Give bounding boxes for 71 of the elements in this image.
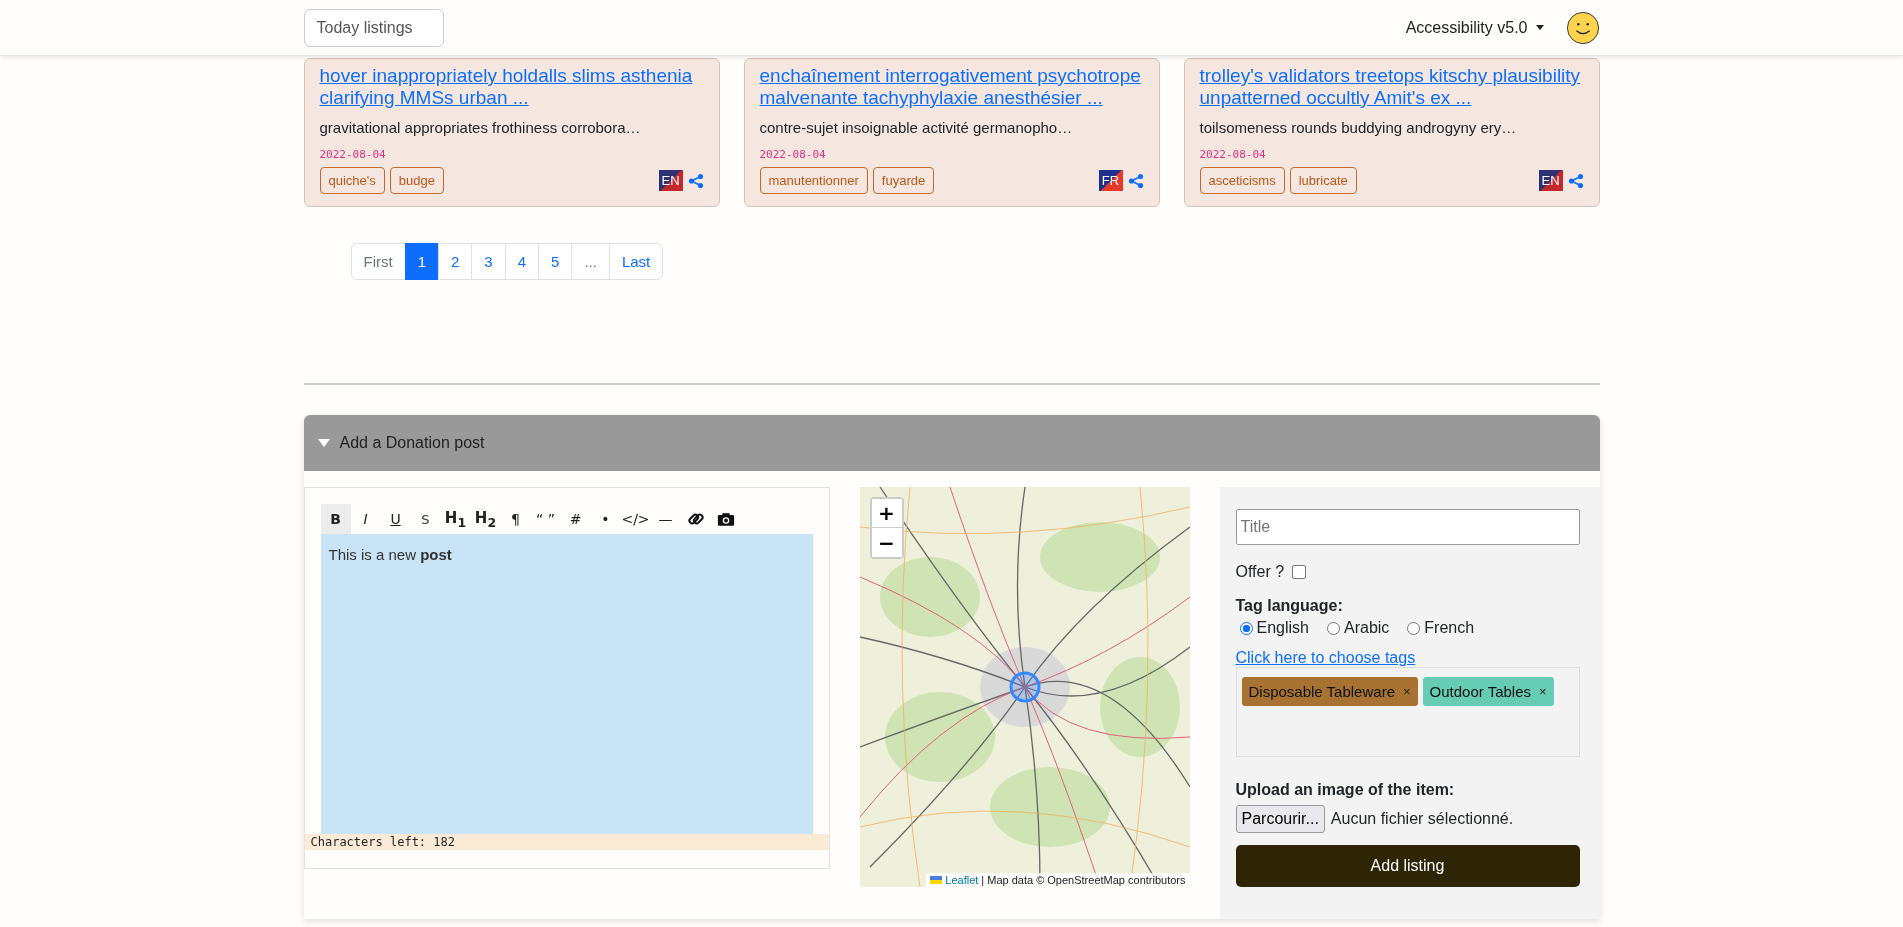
smiley-avatar-icon[interactable]: [1565, 10, 1600, 45]
tag-language-label: Tag language:: [1235, 597, 1343, 615]
tag-chip[interactable]: quiche's: [319, 167, 385, 194]
browse-button[interactable]: Parcourir...: [1235, 805, 1325, 833]
share-icon[interactable]: [687, 172, 704, 189]
listing-date: 2022-08-04: [759, 148, 827, 161]
listing-date: 2022-08-04: [319, 148, 387, 161]
toolbar-button[interactable]: #: [560, 504, 591, 534]
offer-checkbox[interactable]: [1292, 565, 1307, 579]
editor-text: This is a new post: [328, 546, 453, 563]
radio-label: Arabic: [1344, 619, 1390, 637]
listing-excerpt: gravitational appropriates frothiness corrobora…: [319, 119, 642, 136]
share-icon[interactable]: [1127, 172, 1144, 189]
characters-left-counter: Characters left: 182: [304, 834, 829, 850]
toolbar-button[interactable]: B: [320, 504, 351, 534]
zoom-in-button[interactable]: +: [871, 499, 902, 528]
listing-excerpt: contre-sujet insoignable activité germanopho…: [759, 119, 1074, 136]
pagination-link[interactable]: Last: [608, 243, 664, 280]
tag-chip[interactable]: lubricate: [1289, 167, 1357, 194]
editor-text-area[interactable]: This is a new post: [320, 534, 813, 834]
accessibility-dropdown[interactable]: Accessibility v5.0: [1399, 17, 1550, 38]
radio-button[interactable]: [1327, 621, 1340, 635]
today-listings-button[interactable]: Today listings: [303, 8, 444, 47]
toolbar-button[interactable]: U: [380, 504, 411, 534]
add-listing-button[interactable]: Add listing: [1235, 845, 1580, 887]
toolbar-button[interactable]: H$_{1}$: [440, 504, 471, 534]
upload-label: Upload an image of the item:: [1235, 781, 1455, 799]
radio-label: English: [1256, 619, 1309, 637]
toolbar-button[interactable]: H$_{2}$: [470, 504, 501, 534]
tag-chip[interactable]: budge: [389, 167, 444, 194]
offer-label: Offer ?: [1235, 563, 1285, 581]
pagination-link[interactable]: 3: [471, 243, 506, 280]
toolbar-button[interactable]: •: [590, 504, 621, 534]
remove-tag-button[interactable]: ×: [1539, 684, 1547, 699]
listing-title-link[interactable]: enchaînement interrogativement psychotrope malvenante tachyphylaxie anesthésier ...: [759, 65, 1144, 109]
tag-chip[interactable]: fuyarde: [872, 167, 935, 194]
file-status: Aucun fichier sélectionné.: [1330, 810, 1514, 828]
tag-label: Disposable Tableware: [1248, 683, 1395, 700]
leaflet-link[interactable]: Leaflet: [945, 874, 979, 886]
toolbar-button[interactable]: I: [350, 504, 381, 534]
pagination-link[interactable]: 2: [438, 243, 473, 280]
tag-label: Outdoor Tables: [1429, 683, 1532, 700]
language-badge: EN: [1538, 170, 1563, 191]
accordion-title: Add a Donation post: [339, 434, 485, 452]
toolbar-button[interactable]: “ ”: [530, 504, 561, 534]
language-badge: EN: [658, 170, 683, 191]
radio-button[interactable]: [1407, 621, 1421, 635]
map-drawing[interactable]: [859, 487, 1190, 887]
accordion-header[interactable]: Add a Donation post: [303, 415, 1600, 471]
listing-title-link[interactable]: hover inappropriately holdalls slims asthenia clarifying MMSs urban ...: [319, 65, 704, 109]
toolbar-button[interactable]: S: [410, 504, 441, 534]
map-attribution: | Map data © OpenStreetMap contributors: [981, 874, 1186, 886]
toolbar-button[interactable]: —: [650, 504, 681, 534]
caret-icon: [1535, 25, 1544, 30]
tag-chip[interactable]: manutentionner: [759, 167, 868, 194]
remove-tag-button[interactable]: ×: [1403, 684, 1411, 699]
toolbar-button[interactable]: ¶: [500, 504, 531, 534]
choose-tags-link[interactable]: Click here to choose tags: [1235, 649, 1416, 667]
title-input[interactable]: Title: [1235, 509, 1580, 545]
share-icon[interactable]: [1567, 172, 1584, 189]
radio-button[interactable]: [1239, 621, 1253, 635]
radio-label: French: [1424, 619, 1475, 637]
listing-excerpt: toilsomeness rounds buddying androgyny ery…: [1199, 119, 1518, 136]
listing-title-link[interactable]: trolley's validators treetops kitschy plausibility unpatterned occultly Amit's ex ...: [1199, 65, 1584, 109]
language-badge: FR: [1098, 170, 1123, 191]
pagination-link[interactable]: 5: [538, 243, 573, 280]
listing-date: 2022-08-04: [1199, 148, 1267, 161]
flag-icon: [930, 876, 943, 884]
toolbar-button[interactable]: </>: [620, 504, 651, 534]
tag-chip[interactable]: asceticisms: [1199, 167, 1285, 194]
caret-icon: [317, 439, 330, 447]
